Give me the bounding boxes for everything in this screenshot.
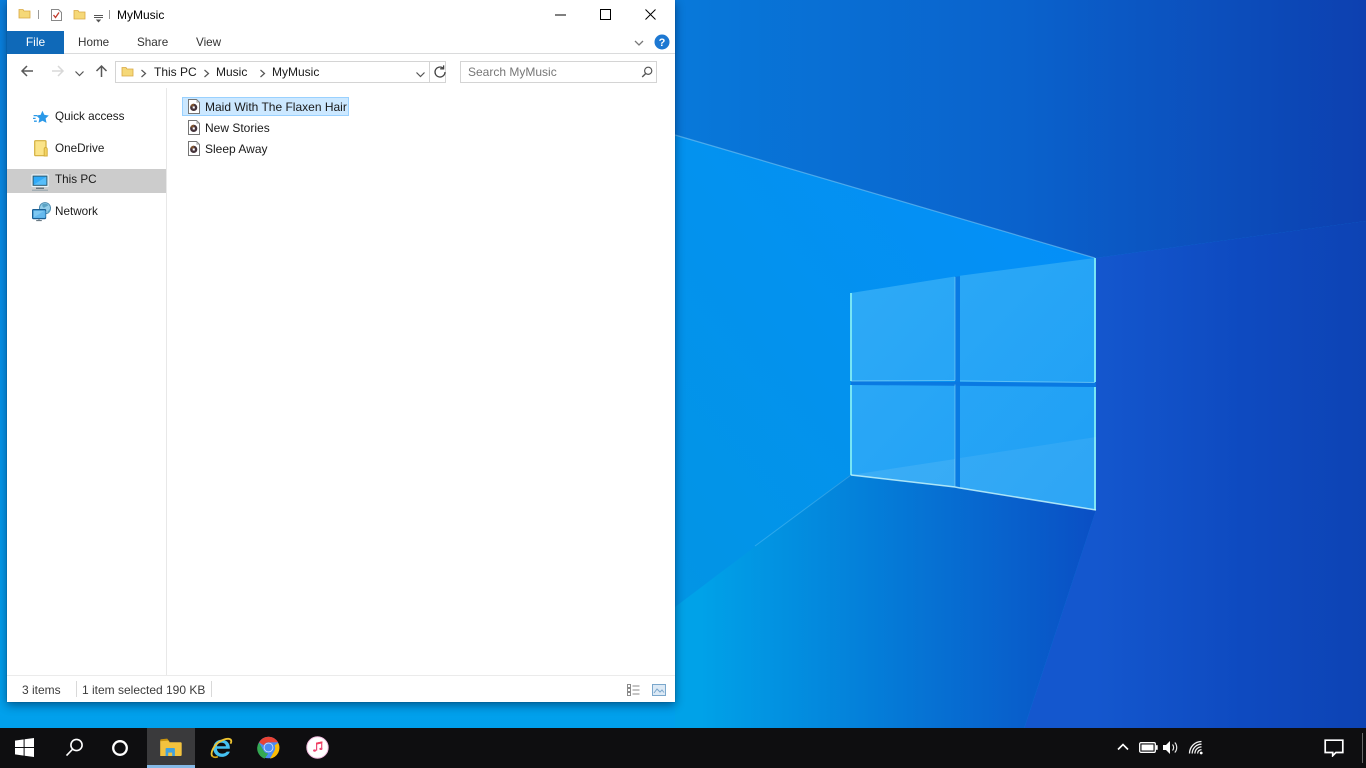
- svg-text:?: ?: [659, 37, 666, 49]
